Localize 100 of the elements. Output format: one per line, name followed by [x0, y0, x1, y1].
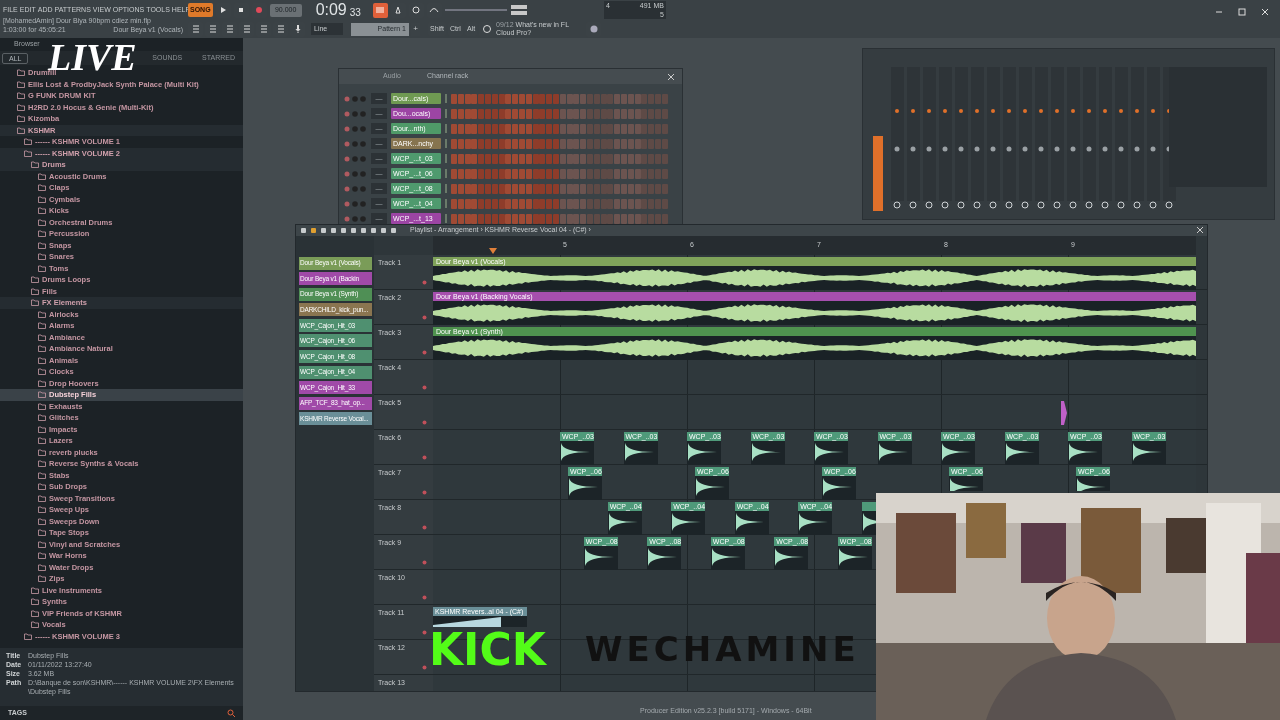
step-button[interactable]: [451, 168, 457, 179]
step-button[interactable]: [498, 198, 505, 209]
step-button[interactable]: [498, 168, 505, 179]
step-button[interactable]: [457, 183, 464, 194]
step-button[interactable]: [627, 108, 634, 119]
step-button[interactable]: [586, 168, 593, 179]
step-button[interactable]: [546, 108, 553, 119]
step-button[interactable]: [634, 198, 641, 209]
step-button[interactable]: [627, 123, 634, 134]
step-button[interactable]: [539, 213, 546, 224]
step-button[interactable]: [546, 123, 553, 134]
step-button[interactable]: [641, 153, 648, 164]
step-button[interactable]: [552, 183, 559, 194]
mute-led-icon[interactable]: [344, 155, 350, 162]
step-button[interactable]: [634, 93, 641, 104]
step-button[interactable]: [552, 198, 559, 209]
step-button[interactable]: [580, 93, 587, 104]
step-button[interactable]: [471, 108, 478, 119]
step-button[interactable]: [607, 213, 614, 224]
step-button[interactable]: [525, 153, 532, 164]
step-button[interactable]: [559, 153, 566, 164]
step-button[interactable]: [586, 213, 593, 224]
step-button[interactable]: [600, 183, 607, 194]
step-button[interactable]: [539, 153, 546, 164]
step-button[interactable]: [593, 93, 600, 104]
step-button[interactable]: [451, 138, 457, 149]
step-button[interactable]: [654, 198, 661, 209]
step-button[interactable]: [661, 108, 668, 119]
step-button[interactable]: [464, 168, 471, 179]
step-button[interactable]: [654, 153, 661, 164]
step-button[interactable]: [512, 108, 519, 119]
step-button[interactable]: [512, 153, 519, 164]
step-button[interactable]: [512, 168, 519, 179]
mute-led-icon[interactable]: [344, 125, 350, 132]
step-button[interactable]: [661, 183, 668, 194]
step-button[interactable]: [491, 138, 498, 149]
step-button[interactable]: [566, 198, 573, 209]
step-button[interactable]: [518, 168, 525, 179]
step-button[interactable]: [586, 123, 593, 134]
step-button[interactable]: [539, 138, 546, 149]
step-button[interactable]: [464, 198, 471, 209]
step-button[interactable]: [648, 183, 655, 194]
volume-knob-icon[interactable]: [360, 140, 366, 147]
volume-knob-icon[interactable]: [360, 200, 366, 207]
step-button[interactable]: [573, 183, 580, 194]
step-button[interactable]: [573, 213, 580, 224]
step-button[interactable]: [532, 138, 539, 149]
step-button[interactable]: [525, 213, 532, 224]
step-button[interactable]: [525, 168, 532, 179]
pan-knob-icon[interactable]: [352, 95, 358, 102]
step-button[interactable]: [478, 153, 485, 164]
step-button[interactable]: [614, 108, 621, 119]
volume-knob-icon[interactable]: [360, 125, 366, 132]
step-button[interactable]: [654, 168, 661, 179]
step-button[interactable]: [491, 108, 498, 119]
pan-knob-icon[interactable]: [352, 125, 358, 132]
step-button[interactable]: [559, 138, 566, 149]
step-button[interactable]: [505, 108, 512, 119]
step-button[interactable]: [620, 108, 627, 119]
step-button[interactable]: [559, 168, 566, 179]
step-button[interactable]: [485, 138, 491, 149]
step-button[interactable]: [607, 153, 614, 164]
step-button[interactable]: [525, 108, 532, 119]
step-button[interactable]: [552, 213, 559, 224]
step-button[interactable]: [627, 93, 634, 104]
step-button[interactable]: [491, 153, 498, 164]
step-button[interactable]: [512, 93, 519, 104]
volume-knob-icon[interactable]: [360, 185, 366, 192]
step-button[interactable]: [580, 213, 587, 224]
step-button[interactable]: [518, 183, 525, 194]
step-button[interactable]: [593, 108, 600, 119]
step-button[interactable]: [566, 123, 573, 134]
step-button[interactable]: [505, 198, 512, 209]
step-button[interactable]: [491, 93, 498, 104]
step-button[interactable]: [607, 138, 614, 149]
step-button[interactable]: [464, 93, 471, 104]
step-button[interactable]: [586, 108, 593, 119]
step-button[interactable]: [607, 123, 614, 134]
step-button[interactable]: [654, 213, 661, 224]
mute-led-icon[interactable]: [344, 140, 350, 147]
step-button[interactable]: [525, 183, 532, 194]
step-button[interactable]: [661, 213, 668, 224]
step-button[interactable]: [661, 123, 668, 134]
step-button[interactable]: [512, 198, 519, 209]
step-button[interactable]: [532, 123, 539, 134]
mute-led-icon[interactable]: [422, 489, 427, 495]
step-button[interactable]: [485, 153, 491, 164]
step-button[interactable]: [532, 93, 539, 104]
step-button[interactable]: [451, 123, 457, 134]
step-button[interactable]: [580, 153, 587, 164]
step-button[interactable]: [478, 198, 485, 209]
mute-led-icon[interactable]: [422, 664, 427, 670]
step-button[interactable]: [457, 198, 464, 209]
step-button[interactable]: [471, 213, 478, 224]
mute-led-icon[interactable]: [422, 314, 427, 320]
step-button[interactable]: [518, 138, 525, 149]
step-button[interactable]: [532, 213, 539, 224]
step-button[interactable]: [627, 183, 634, 194]
step-button[interactable]: [471, 123, 478, 134]
step-button[interactable]: [505, 213, 512, 224]
